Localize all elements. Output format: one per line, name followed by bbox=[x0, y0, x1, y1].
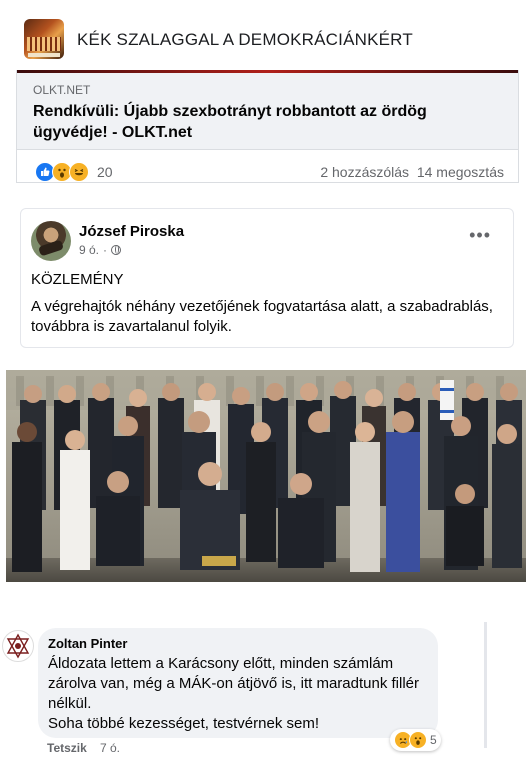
post-heading: KÖZLEMÉNY bbox=[31, 271, 124, 288]
thread-divider bbox=[484, 622, 487, 748]
group-title[interactable]: KÉK SZALAGGAL A DEMOKRÁCIÁNKÉRT bbox=[77, 30, 413, 50]
group-logo[interactable] bbox=[24, 19, 64, 59]
comment-reactions[interactable]: 5 bbox=[390, 729, 441, 751]
post-card: József Piroska 9 ó. · ••• KÖZLEMÉNY A vé… bbox=[20, 208, 514, 348]
engagement-counts: 2 hozzászólás 14 megosztás bbox=[320, 164, 504, 180]
haha-face-icon bbox=[69, 162, 89, 182]
comment-text: Áldozata lettem a Karácsony előtt, minde… bbox=[48, 655, 419, 732]
globe-icon bbox=[111, 245, 122, 255]
share-count[interactable]: 14 megosztás bbox=[417, 164, 504, 180]
commenter-avatar[interactable] bbox=[2, 630, 34, 662]
comment-reaction-count: 5 bbox=[430, 733, 437, 747]
like-comment-button[interactable]: Tetszik bbox=[47, 741, 87, 755]
link-preview[interactable]: OLKT.NET Rendkívüli: Újabb szexbotrányt … bbox=[17, 73, 518, 150]
post-author[interactable]: József Piroska bbox=[79, 223, 184, 240]
post-photo[interactable] bbox=[6, 370, 526, 582]
shared-link-card: OLKT.NET Rendkívüli: Újabb szexbotrányt … bbox=[16, 70, 519, 183]
comment-time[interactable]: 7 ó. bbox=[100, 741, 120, 755]
link-title[interactable]: Rendkívüli: Újabb szexbotrányt robbantot… bbox=[33, 101, 473, 143]
more-options-icon[interactable]: ••• bbox=[469, 226, 491, 244]
avatar[interactable] bbox=[31, 221, 71, 261]
post-meta: 9 ó. · bbox=[79, 243, 122, 257]
post-text: A végrehajtók néhány vezetőjének fogvata… bbox=[31, 298, 493, 335]
comment-author[interactable]: Zoltan Pinter bbox=[48, 636, 127, 651]
link-domain: OLKT.NET bbox=[33, 83, 91, 97]
reaction-count[interactable]: 20 bbox=[97, 164, 113, 180]
reaction-icons[interactable] bbox=[35, 162, 89, 182]
wow-face-icon bbox=[409, 731, 427, 749]
comment-count[interactable]: 2 hozzászólás bbox=[320, 164, 409, 180]
post-time[interactable]: 9 ó. bbox=[79, 243, 99, 257]
